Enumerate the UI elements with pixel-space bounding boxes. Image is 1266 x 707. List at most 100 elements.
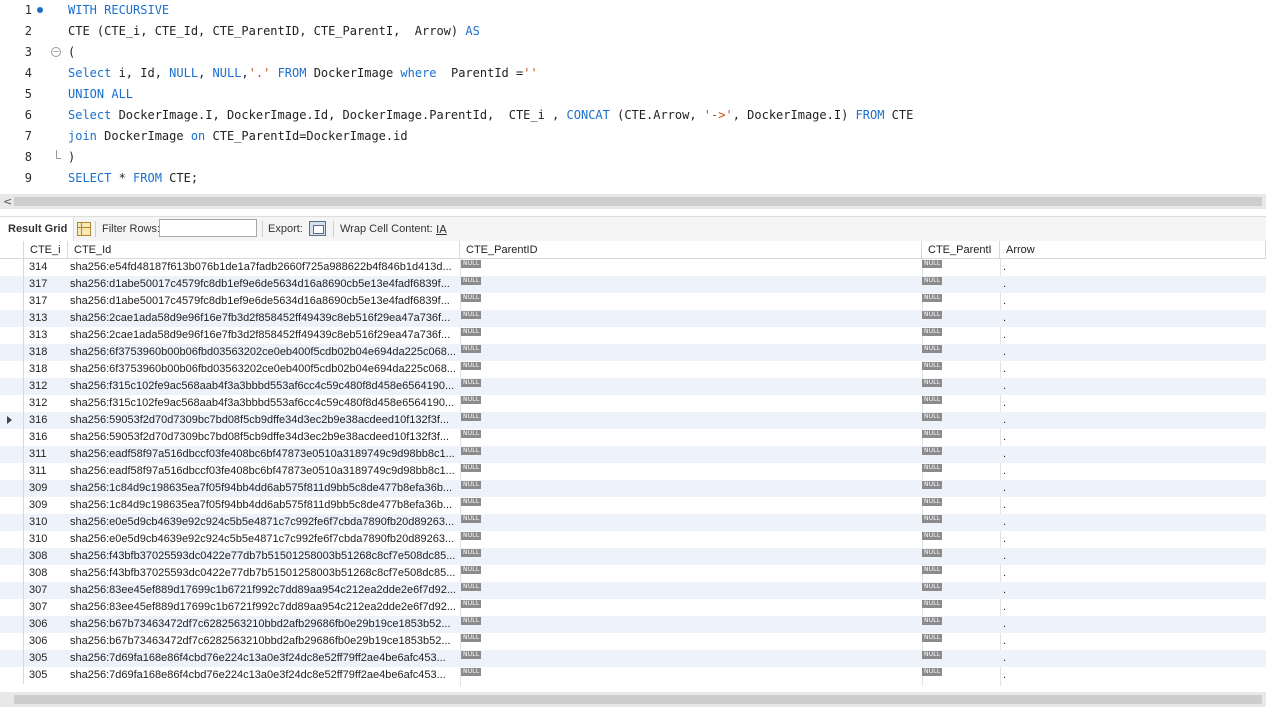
cell-cte-i[interactable]: 313	[29, 327, 67, 344]
cell-arrow[interactable]: .	[1003, 429, 1063, 446]
code-text[interactable]: Select DockerImage.I, DockerImage.Id, Do…	[68, 105, 913, 126]
cell-arrow[interactable]: .	[1003, 327, 1063, 344]
cell-cte-id[interactable]: sha256:1c84d9c198635ea7f05f94bb4dd6ab575…	[70, 497, 458, 514]
cell-arrow[interactable]: .	[1003, 616, 1063, 633]
code-text[interactable]: join DockerImage on CTE_ParentId=DockerI…	[68, 126, 408, 147]
cell-cte-parentid-null[interactable]: NULL	[461, 549, 482, 557]
cell-cte-parentid-null[interactable]: NULL	[461, 464, 482, 472]
cell-cte-id[interactable]: sha256:1c84d9c198635ea7f05f94bb4dd6ab575…	[70, 480, 458, 497]
table-row[interactable]: 318 sha256:6f3753960b00b06fbd03563202ce0e…	[0, 361, 1266, 378]
table-row[interactable]: 308 sha256:f43bfb37025593dc0422e77db7b515…	[0, 548, 1266, 565]
row-indicator[interactable]	[0, 616, 24, 633]
scrollbar-thumb[interactable]	[14, 695, 1262, 704]
cell-cte-parenti-null[interactable]: NULL	[922, 651, 943, 659]
table-row[interactable]: 308 sha256:f43bfb37025593dc0422e77db7b515…	[0, 565, 1266, 582]
cell-cte-parentid-null[interactable]: NULL	[461, 515, 482, 523]
cell-arrow[interactable]: .	[1003, 293, 1063, 310]
cell-arrow[interactable]: .	[1003, 310, 1063, 327]
cell-cte-i[interactable]: 314	[29, 259, 67, 276]
cell-cte-id[interactable]: sha256:f315c102fe9ac568aab4f3a3bbbd553af…	[70, 378, 458, 395]
cell-arrow[interactable]: .	[1003, 565, 1063, 582]
cell-cte-parentid-null[interactable]: NULL	[461, 260, 482, 268]
cell-cte-parenti-null[interactable]: NULL	[922, 260, 943, 268]
row-indicator[interactable]	[0, 582, 24, 599]
cell-cte-parentid-null[interactable]: NULL	[461, 651, 482, 659]
table-row[interactable]: 306 sha256:b67b73463472df7c6282563210bbd2…	[0, 633, 1266, 650]
row-indicator[interactable]	[0, 650, 24, 667]
cell-cte-parentid-null[interactable]: NULL	[461, 600, 482, 608]
cell-arrow[interactable]: .	[1003, 497, 1063, 514]
cell-arrow[interactable]: .	[1003, 548, 1063, 565]
cell-arrow[interactable]: .	[1003, 378, 1063, 395]
column-header-cte-parentid[interactable]: CTE_ParentID	[460, 241, 922, 259]
cell-arrow[interactable]: .	[1003, 531, 1063, 548]
cell-cte-parenti-null[interactable]: NULL	[922, 617, 943, 625]
table-row[interactable]: 311 sha256:eadf58f97a516dbccf03fe408bc6bf…	[0, 463, 1266, 480]
export-icon[interactable]	[309, 221, 326, 236]
cell-cte-i[interactable]: 316	[29, 412, 67, 429]
row-indicator[interactable]	[0, 310, 24, 327]
cell-cte-parenti-null[interactable]: NULL	[922, 294, 943, 302]
cell-cte-parenti-null[interactable]: NULL	[922, 583, 943, 591]
cell-cte-id[interactable]: sha256:d1abe50017c4579fc8db1ef9e6de5634d…	[70, 293, 458, 310]
row-indicator[interactable]	[0, 412, 24, 429]
cell-arrow[interactable]: .	[1003, 259, 1063, 276]
cell-cte-parentid-null[interactable]: NULL	[461, 413, 482, 421]
cell-cte-parenti-null[interactable]: NULL	[922, 532, 943, 540]
table-row[interactable]: 314 sha256:e54fd48187f613b076b1de1a7fadb2…	[0, 259, 1266, 276]
table-row[interactable]: 307 sha256:83ee45ef889d17699c1b6721f992c7…	[0, 582, 1266, 599]
filter-rows-input[interactable]	[159, 219, 257, 237]
cell-cte-parenti-null[interactable]: NULL	[922, 447, 943, 455]
cell-cte-id[interactable]: sha256:f315c102fe9ac568aab4f3a3bbbd553af…	[70, 395, 458, 412]
cell-cte-i[interactable]: 305	[29, 667, 67, 684]
row-indicator[interactable]	[0, 395, 24, 412]
cell-cte-i[interactable]: 317	[29, 293, 67, 310]
cell-cte-id[interactable]: sha256:b67b73463472df7c6282563210bbd2afb…	[70, 633, 458, 650]
cell-cte-id[interactable]: sha256:59053f2d70d7309bc7bd08f5cb9dffe34…	[70, 429, 458, 446]
cell-arrow[interactable]: .	[1003, 276, 1063, 293]
cell-arrow[interactable]: .	[1003, 344, 1063, 361]
code-line[interactable]: 2 CTE (CTE_i, CTE_Id, CTE_ParentID, CTE_P…	[0, 21, 1266, 42]
code-line[interactable]: 7 join DockerImage on CTE_ParentId=Docker…	[0, 126, 1266, 147]
cell-cte-parentid-null[interactable]: NULL	[461, 345, 482, 353]
table-row[interactable]: 305 sha256:7d69fa168e86f4cbd76e224c13a0e3…	[0, 650, 1266, 667]
cell-cte-i[interactable]: 306	[29, 633, 67, 650]
table-row[interactable]: 305 sha256:7d69fa168e86f4cbd76e224c13a0e3…	[0, 667, 1266, 684]
cell-cte-id[interactable]: sha256:2cae1ada58d9e96f16e7fb3d2f858452f…	[70, 327, 458, 344]
cell-arrow[interactable]: .	[1003, 412, 1063, 429]
cell-cte-i[interactable]: 310	[29, 514, 67, 531]
cell-cte-id[interactable]: sha256:eadf58f97a516dbccf03fe408bc6bf478…	[70, 446, 458, 463]
cell-cte-parenti-null[interactable]: NULL	[922, 413, 943, 421]
cell-cte-parentid-null[interactable]: NULL	[461, 583, 482, 591]
cell-cte-id[interactable]: sha256:83ee45ef889d17699c1b6721f992c7dd8…	[70, 599, 458, 616]
table-row[interactable]: 307 sha256:83ee45ef889d17699c1b6721f992c7…	[0, 599, 1266, 616]
row-indicator[interactable]	[0, 344, 24, 361]
cell-cte-parenti-null[interactable]: NULL	[922, 668, 943, 676]
cell-cte-id[interactable]: sha256:e0e5d9cb4639e92c924c5b5e4871c7c99…	[70, 514, 458, 531]
cell-cte-parentid-null[interactable]: NULL	[461, 294, 482, 302]
cell-cte-parentid-null[interactable]: NULL	[461, 566, 482, 574]
scrollbar-thumb[interactable]	[14, 197, 1262, 206]
row-indicator[interactable]	[0, 667, 24, 684]
cell-cte-i[interactable]: 311	[29, 463, 67, 480]
code-line[interactable]: 6 Select DockerImage.I, DockerImage.Id, D…	[0, 105, 1266, 126]
cell-cte-i[interactable]: 318	[29, 344, 67, 361]
grid-horizontal-scrollbar[interactable]	[0, 692, 1266, 707]
cell-cte-parenti-null[interactable]: NULL	[922, 345, 943, 353]
code-line[interactable]: 5 UNION ALL	[0, 84, 1266, 105]
table-row[interactable]: 309 sha256:1c84d9c198635ea7f05f94bb4dd6ab…	[0, 497, 1266, 514]
row-indicator[interactable]	[0, 548, 24, 565]
code-line[interactable]: 1 WITH RECURSIVE	[0, 0, 1266, 21]
code-line[interactable]: 8)	[0, 147, 1266, 168]
column-header-cte-i[interactable]: CTE_i	[24, 241, 68, 259]
cell-cte-id[interactable]: sha256:f43bfb37025593dc0422e77db7b515012…	[70, 548, 458, 565]
cell-cte-i[interactable]: 308	[29, 565, 67, 582]
cell-arrow[interactable]: .	[1003, 582, 1063, 599]
cell-cte-parenti-null[interactable]: NULL	[922, 379, 943, 387]
sql-editor[interactable]: 1 WITH RECURSIVE 2 CTE (CTE_i, CTE_Id, CTE_…	[0, 0, 1266, 193]
cell-cte-parenti-null[interactable]: NULL	[922, 362, 943, 370]
cell-cte-parentid-null[interactable]: NULL	[461, 634, 482, 642]
cell-cte-parentid-null[interactable]: NULL	[461, 430, 482, 438]
row-indicator[interactable]	[0, 463, 24, 480]
row-indicator[interactable]	[0, 293, 24, 310]
